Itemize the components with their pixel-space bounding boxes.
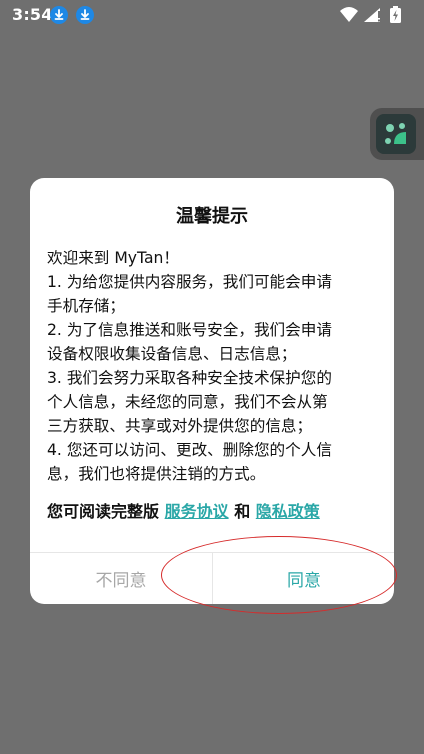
app-shortcut-icon <box>376 114 416 154</box>
agreement-links-line: 您可阅读完整版 服务协议 和 隐私政策 <box>47 498 381 522</box>
dialog-title: 温馨提示 <box>176 206 248 227</box>
battery-charging-icon <box>390 6 401 23</box>
dialog-line: 2. 为了信息推送和账号安全，我们会申请 <box>47 321 332 339</box>
download-icon <box>50 6 68 24</box>
cellular-signal-icon <box>364 8 380 22</box>
wifi-icon <box>340 7 358 22</box>
dialog-line: 息，我们也将提供注销的方式。 <box>47 465 266 483</box>
dialog-line: 欢迎来到 MyTan！ <box>47 249 179 267</box>
and-text: 和 <box>234 502 251 521</box>
dialog-line: 三方获取、共享或对外提供您的信息； <box>47 417 313 435</box>
dialog-line: 4. 您还可以访问、更改、删除您的个人信 <box>47 441 332 459</box>
download-icon <box>76 6 94 24</box>
status-bar: 3:54 <box>0 0 424 30</box>
status-time: 3:54 <box>12 5 53 24</box>
privacy-dialog: 温馨提示 欢迎来到 MyTan！ 1. 为给您提供内容服务，我们可能会申请 手机… <box>30 178 394 604</box>
dialog-line: 1. 为给您提供内容服务，我们可能会申请 <box>47 273 332 291</box>
status-icons <box>338 5 414 25</box>
floating-side-widget[interactable] <box>370 108 424 160</box>
privacy-policy-link[interactable]: 隐私政策 <box>256 502 320 521</box>
agree-button[interactable]: 同意 <box>213 553 394 604</box>
read-prefix-text: 您可阅读完整版 <box>47 502 160 521</box>
dialog-line: 设备权限收集设备信息、日志信息； <box>47 345 297 363</box>
dialog-line: 个人信息，未经您的同意，我们不会从第 <box>47 393 328 411</box>
service-agreement-link[interactable]: 服务协议 <box>165 502 229 521</box>
disagree-button[interactable]: 不同意 <box>30 553 212 604</box>
screen: 3:54 温馨提示 欢迎来到 MyTan！ 1. 为给您提供内容服务，我们可能会… <box>0 0 424 754</box>
dialog-line: 3. 我们会努力采取各种安全技术保护您的 <box>47 369 332 387</box>
dialog-body: 欢迎来到 MyTan！ 1. 为给您提供内容服务，我们可能会申请 手机存储； 2… <box>47 246 381 486</box>
dialog-line: 手机存储； <box>47 297 125 315</box>
